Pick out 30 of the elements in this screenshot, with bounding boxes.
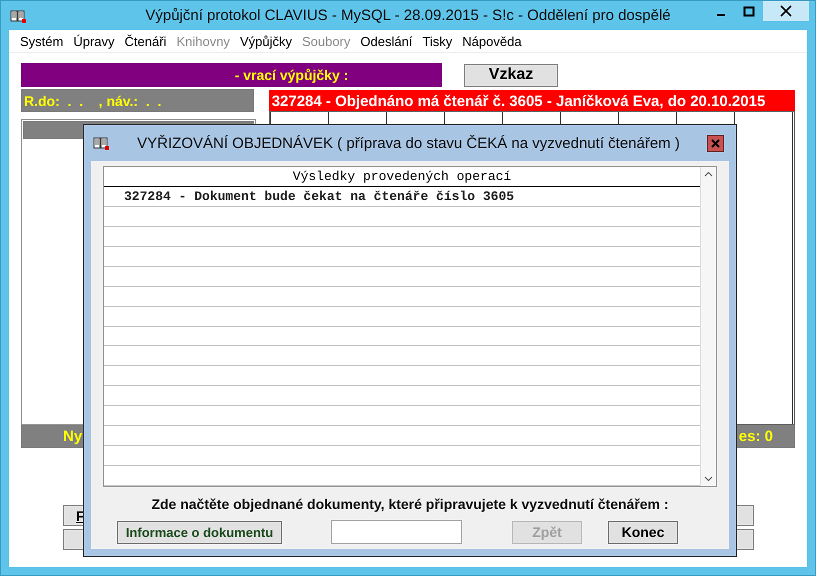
dialog-button[interactable]: Konec bbox=[608, 520, 678, 544]
close-icon bbox=[780, 5, 792, 17]
close-button[interactable] bbox=[763, 1, 809, 21]
menu-item[interactable]: Nápověda bbox=[457, 34, 527, 48]
close-button[interactable] bbox=[707, 134, 724, 152]
book-icon bbox=[9, 8, 27, 24]
dialog-title: VYŘIZOVÁNÍ OBJEDNÁVEK ( příprava do stavu ČEKÁ na vyzvednutí čtenářem ) bbox=[136, 134, 681, 152]
menu-item[interactable]: Výpůjčky bbox=[234, 34, 297, 48]
menu-item[interactable]: Systém bbox=[15, 34, 68, 48]
input-field[interactable] bbox=[331, 520, 462, 544]
scrollbar[interactable] bbox=[700, 167, 716, 486]
book-icon bbox=[92, 135, 110, 151]
window-title: Výpůjční protokol CLAVIUS - MySQL - 28.09.2015 - S!c - Oddělení pro dospělé bbox=[145, 7, 671, 24]
status-text: Ny bbox=[63, 428, 82, 445]
close-icon bbox=[711, 138, 720, 148]
list-row[interactable]: 327284 - Dokument bude čekat na čtenáře číslo 3605 bbox=[104, 187, 700, 207]
alert-banner: 327284 - Objednáno má čtenář č. 3605 - Janíčková Eva, do 20.10.2015 bbox=[268, 90, 795, 112]
info-button[interactable]: Informace o dokumentu bbox=[117, 520, 282, 544]
list-header: Výsledky provedených operací bbox=[104, 167, 700, 187]
dates-bar: R.do: . . , náv.: . . bbox=[21, 89, 254, 112]
menu-item[interactable]: Čtenáři bbox=[120, 34, 172, 48]
menu-item[interactable]: Úpravy bbox=[68, 34, 120, 48]
menu-item[interactable]: Odeslání bbox=[355, 34, 418, 48]
mode-banner: - vrací výpůjčky : bbox=[21, 63, 442, 87]
prompt-text: Zde načtěte objednané dokumenty, které připravujete k vyzvednutí čtenářem : bbox=[150, 496, 670, 512]
menu-item[interactable]: Tisky bbox=[417, 34, 458, 48]
status-count: es: 0 bbox=[738, 428, 773, 445]
minimize-icon bbox=[716, 14, 724, 16]
message-button[interactable]: Vzkaz bbox=[464, 64, 558, 86]
maximize-icon bbox=[742, 6, 754, 16]
